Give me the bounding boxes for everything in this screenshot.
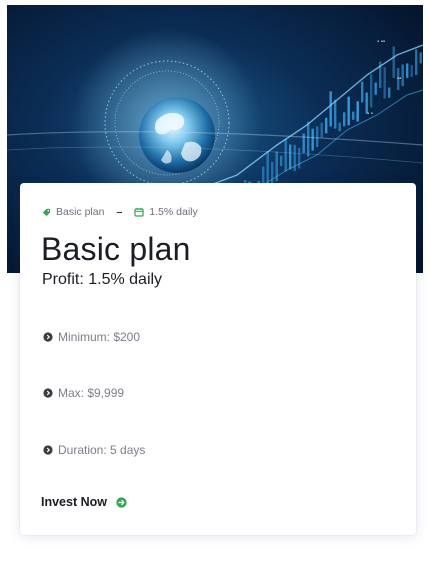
candlestick-bar: [401, 64, 404, 87]
tag-icon: [42, 208, 51, 216]
candlestick-bar: [410, 65, 413, 77]
chevron-right-circle-icon: [43, 445, 53, 455]
candlestick-bar: [338, 122, 341, 132]
chevron-right-circle-icon: [43, 332, 53, 342]
feature-max: Max: $9,999: [43, 386, 124, 400]
candlestick-bar: [383, 67, 386, 99]
svg-text:▪ ▪▪: ▪ ▪▪: [377, 39, 385, 45]
calendar-icon: [134, 207, 144, 217]
svg-text:▪▪: ▪▪: [397, 76, 401, 82]
candlestick-bar: [334, 99, 337, 129]
plan-meta: Basic plan – 1.5% daily: [42, 206, 198, 218]
candlestick-bar: [298, 147, 301, 169]
candlestick-bar: [307, 121, 310, 157]
plan-title: Basic plan: [41, 231, 191, 267]
candlestick-bar: [293, 144, 296, 172]
candlestick-bar: [370, 74, 373, 108]
feature-duration-text: Duration: 5 days: [58, 443, 146, 457]
candlestick-bar: [361, 81, 364, 103]
candlestick-bar: [392, 46, 395, 78]
plan-profit: Profit: 1.5% daily: [42, 271, 163, 288]
feature-minimum: Minimum: $200: [43, 330, 140, 344]
candlestick-bar: [311, 128, 314, 151]
candlestick-bar: [284, 138, 287, 172]
candlestick-bar: [356, 101, 359, 122]
candlestick-bar: [329, 91, 332, 127]
candlestick-bar: [343, 112, 346, 127]
candlestick-bar: [325, 117, 328, 134]
meta-separator: –: [116, 206, 123, 218]
candlestick-bar: [419, 52, 422, 64]
candlestick-bar: [289, 144, 292, 170]
plan-card: Basic plan – 1.5% daily Basic plan Profi…: [20, 183, 416, 535]
plan-tag-label: Basic plan: [56, 206, 105, 218]
candlestick-bar: [302, 133, 305, 153]
candlestick-bar: [271, 161, 274, 186]
feature-minimum-text: Minimum: $200: [58, 330, 141, 344]
svg-text:▪ ▪: ▪ ▪: [367, 111, 373, 117]
candlestick-bar: [320, 122, 323, 138]
plan-rate-label: 1.5% daily: [149, 206, 198, 218]
candlestick-bar: [406, 63, 409, 78]
candlestick-bar: [316, 126, 319, 148]
invest-now-label[interactable]: Invest Now: [41, 495, 107, 509]
arrow-right-circle-icon[interactable]: [116, 496, 127, 508]
invest-now-link[interactable]: Invest Now: [41, 495, 127, 509]
feature-duration: Duration: 5 days: [43, 443, 145, 457]
candlestick-bar: [347, 96, 350, 126]
plan-page: ▪ ▪▪ ▪ ▪ ▪▪ Basic plan – 1.5% daily Basi…: [0, 0, 430, 587]
candlestick-bar: [415, 49, 418, 75]
candlestick-bar: [374, 82, 377, 95]
candlestick-bar: [280, 155, 283, 167]
candlestick-bar: [388, 87, 391, 98]
chevron-right-circle-icon: [43, 388, 53, 398]
candlestick-bar: [352, 111, 355, 120]
feature-max-text: Max: $9,999: [58, 386, 125, 400]
